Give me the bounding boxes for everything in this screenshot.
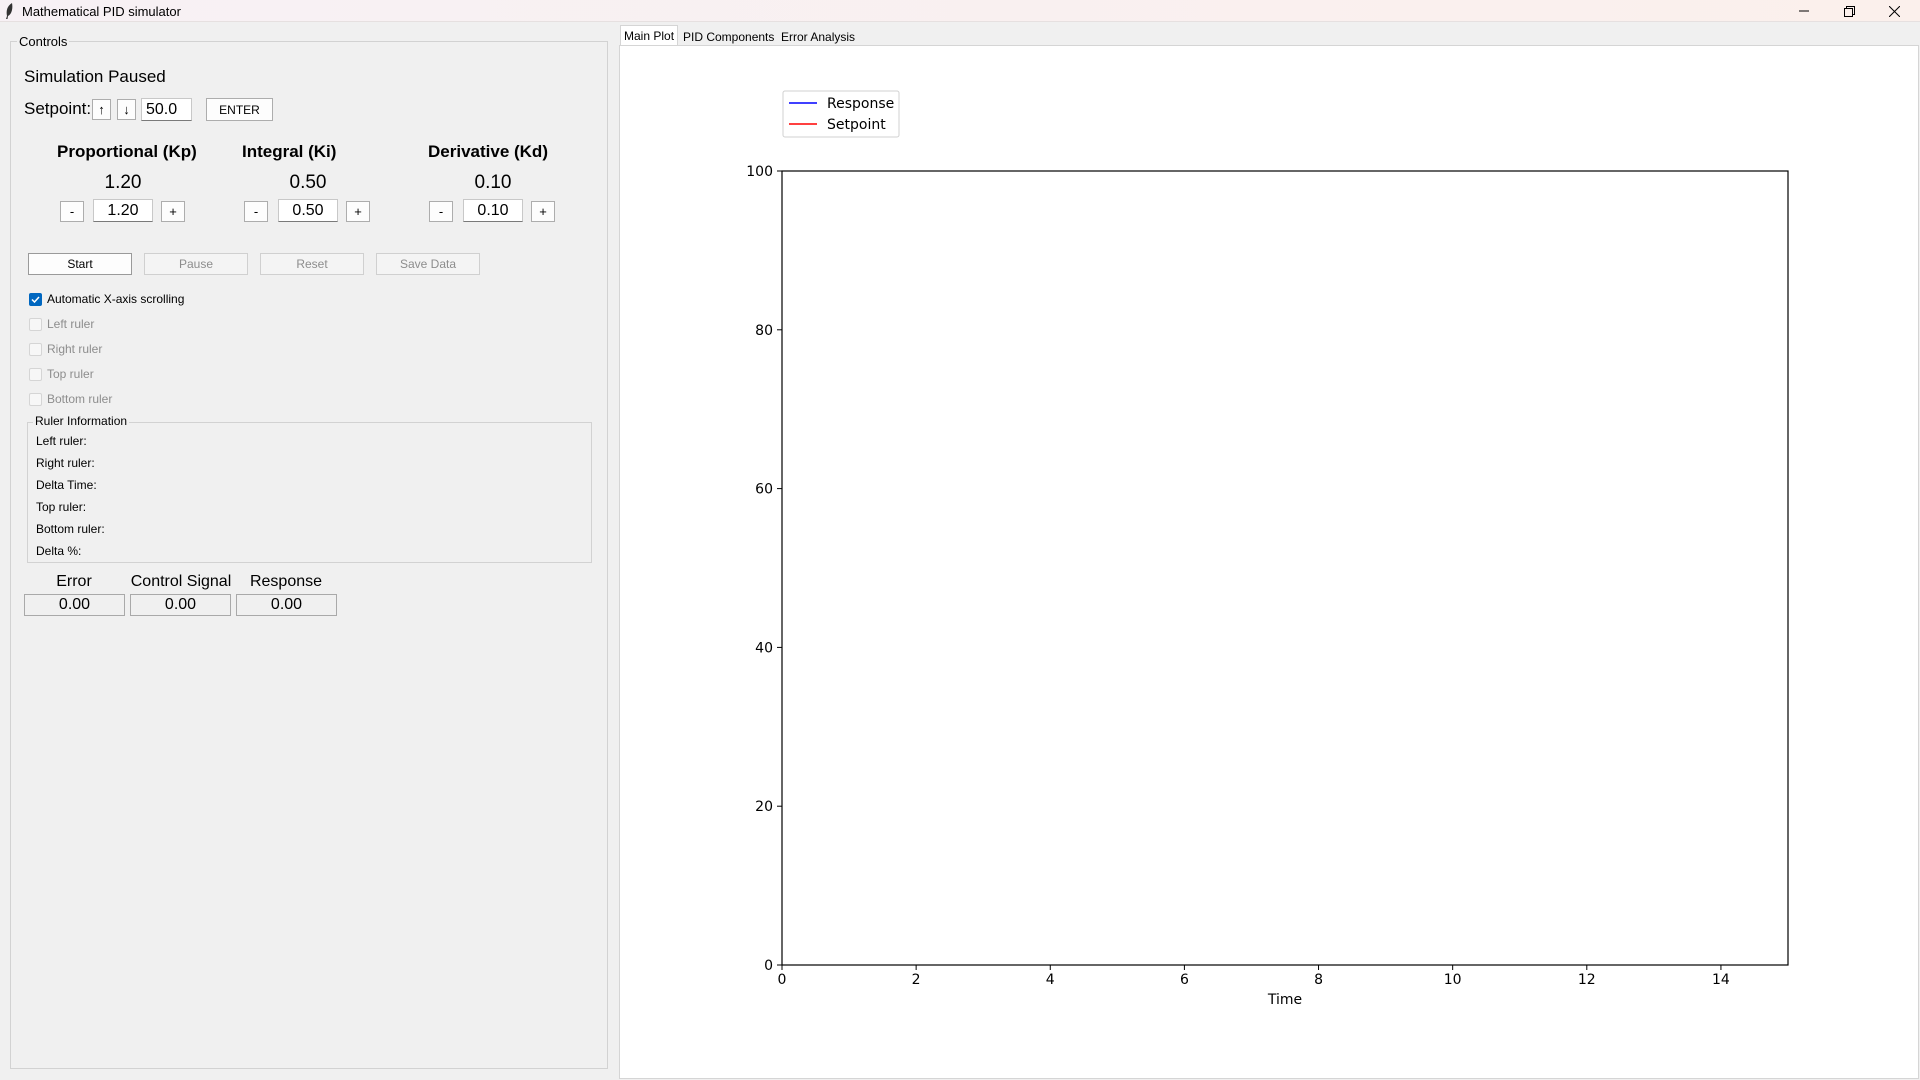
kp-input[interactable]: 1.20 — [93, 199, 153, 222]
simulation-status: Simulation Paused — [24, 67, 166, 86]
ruler-delta-percent-text: Delta %: — [36, 544, 82, 558]
x-tick-label: 10 — [1444, 972, 1462, 988]
main-plot-chart[interactable]: 0 2 4 6 8 10 12 14 0 20 40 60 80 100 Time Response Setpo… — [620, 46, 1918, 1078]
kd-decrease-button[interactable]: - — [429, 201, 453, 222]
save-data-button[interactable]: Save Data — [376, 253, 480, 275]
bottom-ruler-checkbox[interactable]: Bottom ruler — [29, 391, 112, 407]
response-label: Response — [249, 573, 323, 590]
right-ruler-label: Right ruler — [47, 342, 103, 356]
minimize-icon — [1799, 10, 1809, 12]
kp-decrease-button[interactable]: - — [60, 201, 84, 222]
y-tick-label: 100 — [746, 164, 773, 180]
setpoint-label: Setpoint: — [24, 99, 92, 118]
top-ruler-checkbox[interactable]: Top ruler — [29, 366, 94, 382]
ki-title: Integral (Ki) — [242, 142, 337, 161]
x-tick-label: 2 — [912, 972, 921, 988]
error-label: Error — [56, 573, 92, 590]
kd-increase-button[interactable]: + — [531, 201, 555, 222]
kd-title: Derivative (Kd) — [428, 142, 548, 161]
checkmark-icon — [29, 292, 42, 306]
legend-label: Response — [827, 96, 894, 112]
top-ruler-label: Top ruler — [47, 367, 94, 381]
left-ruler-label: Left ruler — [47, 317, 95, 331]
x-tick-label: 14 — [1712, 972, 1730, 988]
close-button[interactable] — [1871, 0, 1917, 22]
minimize-button[interactable] — [1781, 0, 1827, 22]
plot-pane: 0 2 4 6 8 10 12 14 0 20 40 60 80 100 Time Response Setpo… — [619, 45, 1919, 1079]
auto-scroll-checkbox[interactable]: Automatic X-axis scrolling — [29, 291, 184, 307]
ruler-delta-time-text: Delta Time: — [36, 478, 97, 492]
checkbox-box — [29, 392, 42, 406]
tab-pid-components[interactable]: PID Components — [680, 28, 777, 46]
bottom-ruler-label: Bottom ruler — [47, 392, 113, 406]
kd-display: 0.10 — [474, 172, 512, 193]
x-tick-label: 0 — [778, 972, 787, 988]
x-tick-label: 8 — [1314, 972, 1323, 988]
y-tick-label: 20 — [755, 799, 773, 815]
y-tick-label: 80 — [755, 323, 773, 339]
error-value: 0.00 — [24, 594, 125, 616]
pause-button[interactable]: Pause — [144, 253, 248, 275]
ki-decrease-button[interactable]: - — [244, 201, 268, 222]
ruler-info-title: Ruler Information — [33, 414, 130, 428]
ruler-top-text: Top ruler: — [36, 500, 87, 514]
ruler-bottom-text: Bottom ruler: — [36, 522, 105, 536]
x-tick-label: 6 — [1180, 972, 1189, 988]
left-ruler-checkbox[interactable]: Left ruler — [29, 316, 94, 332]
ki-input[interactable]: 0.50 — [278, 199, 338, 222]
tab-main-plot[interactable]: Main Plot — [620, 25, 679, 46]
setpoint-down-button[interactable]: ↓ — [117, 99, 136, 120]
start-button[interactable]: Start — [28, 253, 132, 275]
ruler-info-frame — [27, 422, 592, 563]
kd-input[interactable]: 0.10 — [463, 199, 523, 222]
ruler-right-text: Right ruler: — [36, 456, 95, 470]
auto-scroll-label: Automatic X-axis scrolling — [47, 292, 185, 306]
ki-display: 0.50 — [289, 172, 327, 193]
ki-increase-button[interactable]: + — [346, 201, 370, 222]
window-title: Mathematical PID simulator — [22, 4, 181, 19]
kp-increase-button[interactable]: + — [161, 201, 185, 222]
restore-button[interactable] — [1826, 0, 1872, 22]
x-tick-label: 4 — [1046, 972, 1055, 988]
legend-label: Setpoint — [827, 117, 886, 133]
y-tick-label: 60 — [755, 482, 773, 498]
control-signal-value: 0.00 — [130, 594, 231, 616]
y-tick-label: 0 — [764, 958, 773, 974]
feather-icon — [6, 3, 13, 19]
plot-axes-frame — [781, 170, 1789, 966]
checkbox-box — [29, 367, 42, 381]
close-icon — [1888, 5, 1900, 17]
title-bar: Mathematical PID simulator — [0, 0, 1920, 22]
right-ruler-checkbox[interactable]: Right ruler — [29, 341, 102, 357]
kp-title: Proportional (Kp) — [57, 142, 197, 161]
x-axis-label: Time — [1267, 992, 1302, 1008]
setpoint-enter-button[interactable]: ENTER — [206, 98, 273, 121]
y-tick-label: 40 — [755, 640, 773, 656]
checkbox-box — [29, 342, 42, 356]
controls-frame-label: Controls — [17, 34, 70, 49]
ruler-left-text: Left ruler: — [36, 434, 87, 448]
x-tick-label: 12 — [1578, 972, 1596, 988]
checkbox-box — [29, 317, 42, 331]
reset-button[interactable]: Reset — [260, 253, 364, 275]
response-value: 0.00 — [236, 594, 337, 616]
restore-icon — [1843, 5, 1855, 17]
tab-error-analysis[interactable]: Error Analysis — [778, 28, 858, 46]
kp-display: 1.20 — [104, 172, 142, 193]
setpoint-input[interactable]: 50.0 — [141, 98, 192, 121]
control-signal-label: Control Signal — [130, 573, 232, 590]
setpoint-up-button[interactable]: ↑ — [92, 99, 111, 120]
